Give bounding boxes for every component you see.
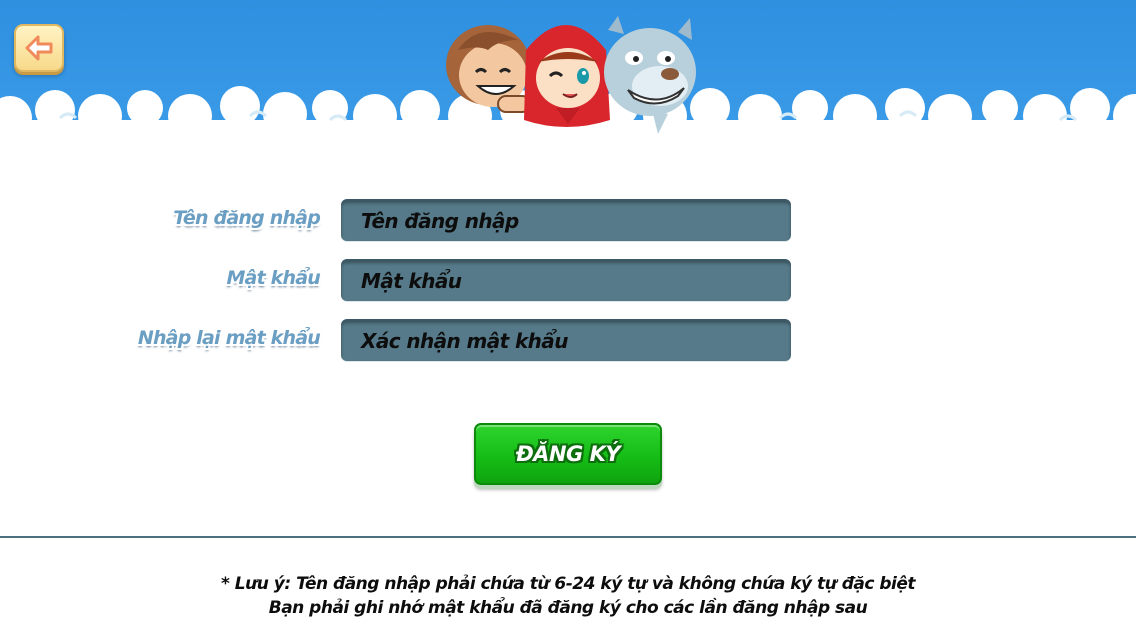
note-line-2: Bạn phải ghi nhớ mật khẩu đã đăng ký cho… [268, 598, 868, 618]
password-row: Mật khẩu Mật khẩu [0, 259, 1136, 303]
back-button[interactable] [14, 24, 64, 72]
back-arrow-icon [25, 35, 53, 61]
divider [0, 536, 1136, 538]
password-input[interactable]: Mật khẩu [341, 259, 791, 301]
username-label: Tên đăng nhập [173, 207, 321, 229]
username-input[interactable]: Tên đăng nhập [341, 199, 791, 241]
note-line-1: * Lưu ý: Tên đăng nhập phải chứa từ 6-24… [221, 574, 916, 594]
mascots-illustration [446, 16, 696, 134]
wolf-character-icon [604, 16, 696, 134]
password-label: Mật khẩu [226, 267, 320, 289]
confirm-password-input[interactable]: Xác nhận mật khẩu [341, 319, 791, 361]
register-button[interactable]: ĐĂNG KÝ [474, 423, 662, 485]
registration-note: * Lưu ý: Tên đăng nhập phải chứa từ 6-24… [0, 572, 1136, 620]
boy-character-icon [446, 25, 531, 113]
username-row: Tên đăng nhập Tên đăng nhập [0, 199, 1136, 243]
register-button-label: ĐĂNG KÝ [515, 442, 621, 466]
red-riding-hood-character-icon [524, 25, 610, 127]
confirm-password-label: Nhập lại mật khẩu [137, 327, 321, 349]
confirm-password-row: Nhập lại mật khẩu Xác nhận mật khẩu [0, 319, 1136, 363]
